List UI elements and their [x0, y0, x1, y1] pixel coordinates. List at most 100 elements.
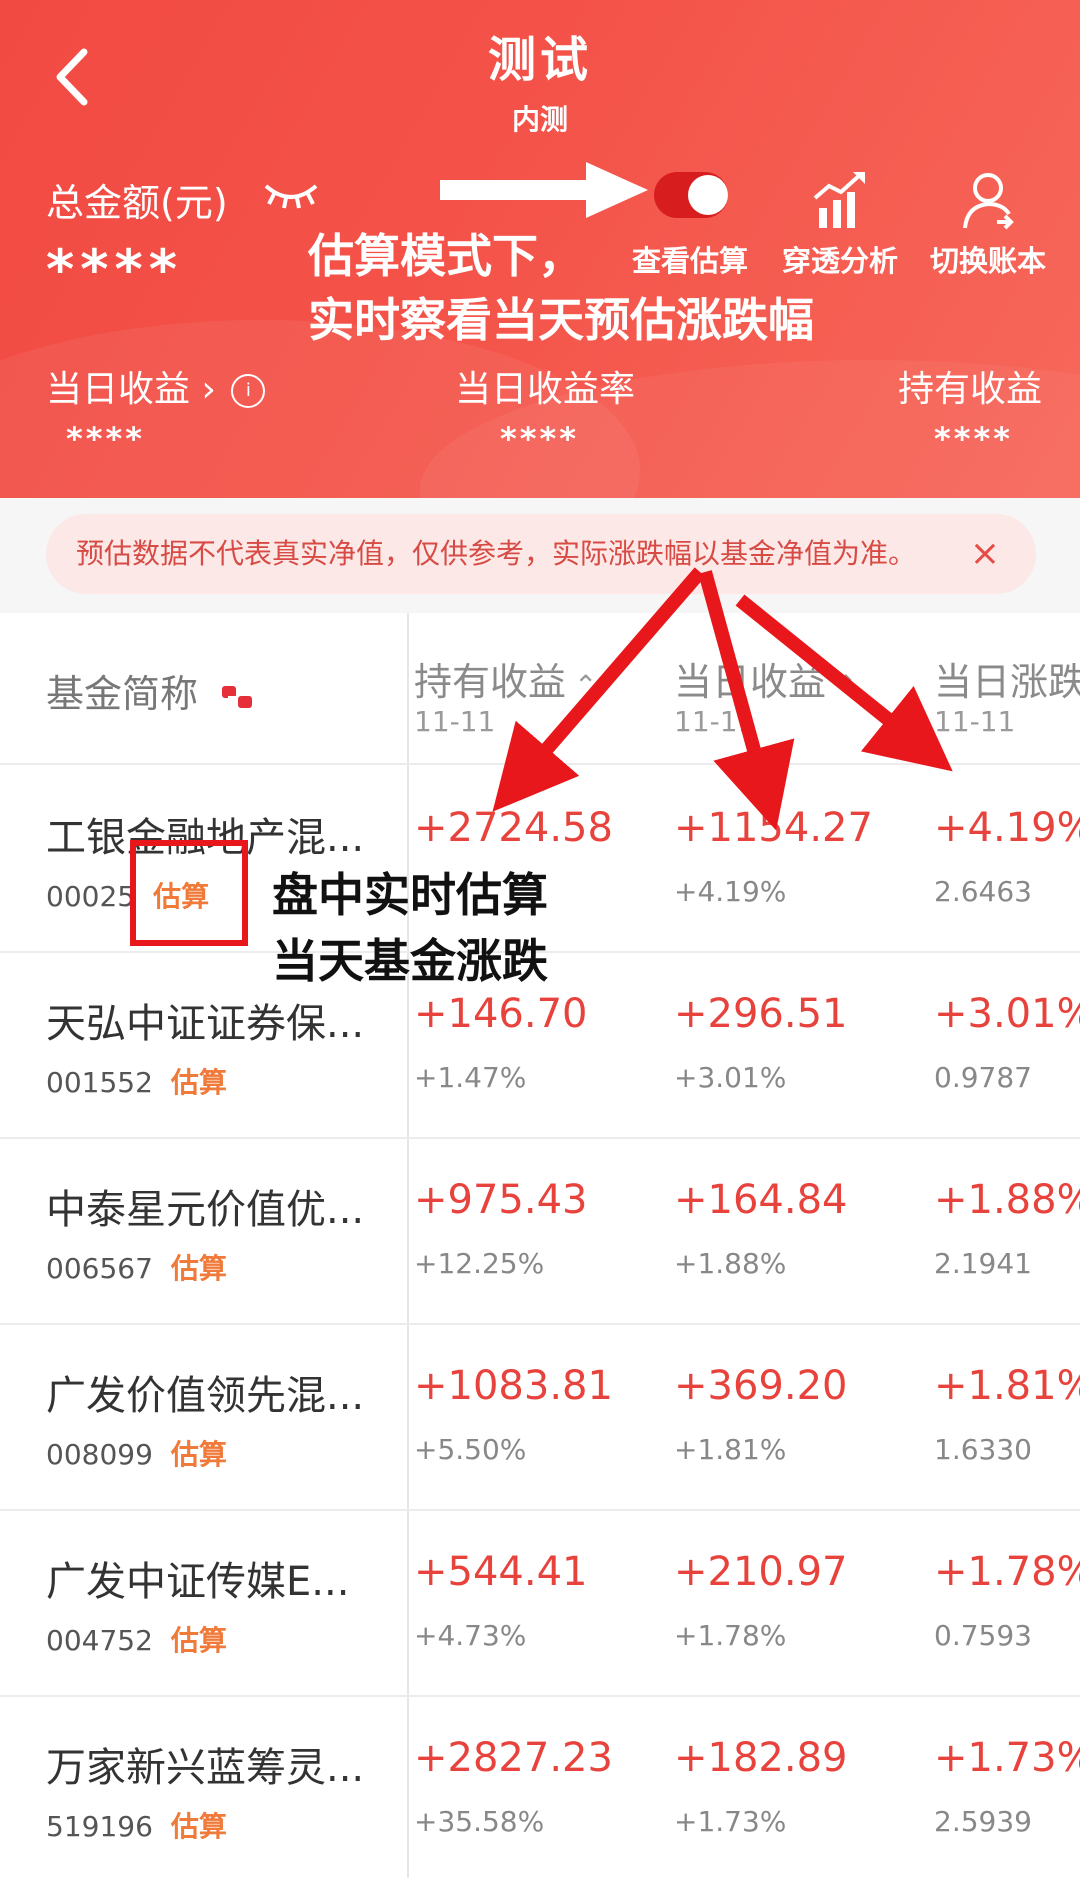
- holding-income: +2724.58: [414, 805, 613, 851]
- fund-name: 万家新兴蓝筹灵...: [46, 1745, 365, 1791]
- sort-chevron-icon: ⌃: [574, 669, 598, 702]
- toggle-annotation-line2: 实时察看当天预估涨跌幅: [308, 293, 814, 347]
- daily-income: +182.89: [674, 1735, 848, 1781]
- daily-income: +164.84: [674, 1177, 848, 1223]
- toggle-knob: [688, 175, 728, 215]
- daily-income-label[interactable]: 当日收益 › i: [46, 360, 266, 412]
- bar-chart-icon: [813, 172, 865, 228]
- annotation-highlight-box: [130, 840, 248, 946]
- holding-income-pct: +5.50%: [414, 1433, 527, 1466]
- fund-code: 008099: [46, 1438, 153, 1471]
- chevron-right-icon: ›: [201, 369, 216, 410]
- estimate-toggle[interactable]: [654, 172, 728, 218]
- total-amount-value: ****: [46, 238, 183, 301]
- annotation-arrow-icon: [440, 162, 648, 218]
- holding-income-pct: +1.47%: [414, 1061, 527, 1094]
- daily-income-pct: +3.01%: [674, 1061, 787, 1094]
- close-icon[interactable]: ×: [970, 514, 1000, 594]
- daily-change: +1.81%: [934, 1363, 1080, 1409]
- table-row[interactable]: 广发中证传媒E... 004752 估算 +544.41 +4.73% +210.…: [0, 1509, 1080, 1697]
- toggle-annotation-line1: 估算模式下，: [308, 229, 584, 283]
- estimate-tag: 估算: [170, 1438, 227, 1471]
- holding-income-column-header[interactable]: 持有收益 ⌃: [414, 651, 597, 706]
- fund-name: 中泰星元价值优...: [46, 1187, 365, 1233]
- holding-income: +1083.81: [414, 1363, 613, 1409]
- table-row[interactable]: 中泰星元价值优... 006567 估算 +975.43 +12.25% +164…: [0, 1137, 1080, 1325]
- daily-income: +1154.27: [674, 805, 873, 851]
- estimate-tag: 估算: [170, 1252, 227, 1285]
- daily-change-column-label: 当日涨跌: [934, 660, 1080, 704]
- sort-chevron-icon: ⌃: [834, 669, 858, 702]
- notice-area: 预估数据不代表真实净值，仅供参考，实际涨跌幅以基金净值为准。 ×: [0, 498, 1080, 613]
- page-subtitle: 内测: [511, 103, 568, 136]
- fund-name: 广发价值领先混...: [46, 1373, 365, 1419]
- row-annotation-text: 盘中实时估算 当天基金涨跌: [272, 862, 548, 994]
- switch-ledger-label: 切换账本: [929, 244, 1047, 278]
- fund-code: 004752: [46, 1624, 153, 1657]
- estimate-tag: 估算: [170, 1624, 227, 1657]
- fund-code-line: 006567 估算: [46, 1247, 227, 1287]
- holding-income: +975.43: [414, 1177, 588, 1223]
- daily-income-column-label: 当日收益: [674, 660, 827, 704]
- net-asset-value: 0.7593: [934, 1619, 1032, 1652]
- page-title: 测试: [487, 32, 592, 88]
- daily-yield-label: 当日收益率: [455, 369, 636, 410]
- holding-income-label: 持有收益: [898, 369, 1043, 410]
- daily-income-pct: +1.81%: [674, 1433, 787, 1466]
- notice-text: 预估数据不代表真实净值，仅供参考，实际涨跌幅以基金净值为准。: [76, 537, 917, 570]
- fund-name-header-label: 基金简称: [46, 672, 199, 716]
- eye-closed-icon[interactable]: [262, 178, 320, 210]
- row-annotation-line1: 盘中实时估算: [272, 868, 548, 922]
- daily-income-value: ****: [66, 420, 145, 458]
- net-asset-value: 2.6463: [934, 875, 1032, 908]
- table-header: 基金简称 持有收益 ⌃ 11-11 当日收益 ⌃ 11-11 当日涨跌 11-11: [0, 613, 1080, 765]
- daily-income: +296.51: [674, 991, 848, 1037]
- daily-change: +1.78%: [934, 1549, 1080, 1595]
- daily-change-column-header[interactable]: 当日涨跌: [934, 651, 1080, 706]
- daily-income: +369.20: [674, 1363, 848, 1409]
- fund-name-header[interactable]: 基金简称: [46, 663, 254, 718]
- daily-income-pct: +1.73%: [674, 1805, 787, 1838]
- user-switch-icon: [963, 173, 1014, 230]
- holding-income-pct: +35.58%: [414, 1805, 545, 1838]
- fund-table: 基金简称 持有收益 ⌃ 11-11 当日收益 ⌃ 11-11 当日涨跌 11-11 …: [0, 613, 1080, 1878]
- sort-toggle-icon[interactable]: [220, 680, 254, 714]
- daily-income-text: 当日收益: [46, 369, 191, 410]
- info-icon[interactable]: i: [231, 374, 266, 408]
- daily-income-pct: +1.78%: [674, 1619, 787, 1652]
- daily-income-column-header[interactable]: 当日收益 ⌃: [674, 651, 857, 706]
- fund-code: 519196: [46, 1810, 153, 1843]
- fund-name: 广发中证传媒E...: [46, 1559, 350, 1605]
- holding-income-pct: +12.25%: [414, 1247, 545, 1280]
- page: 测试 内测 总金额(元) **** 查看估算 穿透分析 切换账本 估算模式下， …: [0, 0, 1080, 1878]
- account-header: 测试 内测 总金额(元) **** 查看估算 穿透分析 切换账本 估算模式下， …: [0, 0, 1080, 498]
- fund-code-line: 519196 估算: [46, 1805, 227, 1845]
- daily-change: +1.73%: [934, 1735, 1080, 1781]
- fund-code-line: 001552 估算: [46, 1061, 227, 1101]
- estimate-disclaimer-notice: 预估数据不代表真实净值，仅供参考，实际涨跌幅以基金净值为准。 ×: [46, 514, 1036, 594]
- holding-income: +146.70: [414, 991, 588, 1037]
- net-asset-value: 2.5939: [934, 1805, 1032, 1838]
- fund-code: 001552: [46, 1066, 153, 1099]
- fund-code: 00025: [46, 880, 136, 913]
- fund-name: 天弘中证证券保...: [46, 1001, 365, 1047]
- holding-income: +544.41: [414, 1549, 588, 1595]
- estimate-tag: 估算: [170, 1066, 227, 1099]
- net-asset-value: 1.6330: [934, 1433, 1032, 1466]
- table-row[interactable]: 广发价值领先混... 008099 估算 +1083.81 +5.50% +369…: [0, 1323, 1080, 1511]
- daily-change: +4.19%: [934, 805, 1080, 851]
- fund-code: 006567: [46, 1252, 153, 1285]
- holding-income-column-date: 11-11: [414, 705, 496, 738]
- daily-income: +210.97: [674, 1549, 848, 1595]
- table-row[interactable]: 万家新兴蓝筹灵... 519196 估算 +2827.23 +35.58% +18…: [0, 1695, 1080, 1878]
- holding-income-value: ****: [934, 420, 1013, 458]
- estimate-tag: 估算: [170, 1810, 227, 1843]
- daily-income-column-date: 11-11: [674, 705, 756, 738]
- daily-income-pct: +1.88%: [674, 1247, 787, 1280]
- fund-code-line: 008099 估算: [46, 1433, 227, 1473]
- toggle-annotation-text: 估算模式下， 实时察看当天预估涨跌幅: [308, 224, 814, 352]
- daily-change: +1.88%: [934, 1177, 1080, 1223]
- row-annotation-line2: 当天基金涨跌: [272, 934, 548, 988]
- daily-income-pct: +4.19%: [674, 875, 787, 908]
- daily-change: +3.01%: [934, 991, 1080, 1037]
